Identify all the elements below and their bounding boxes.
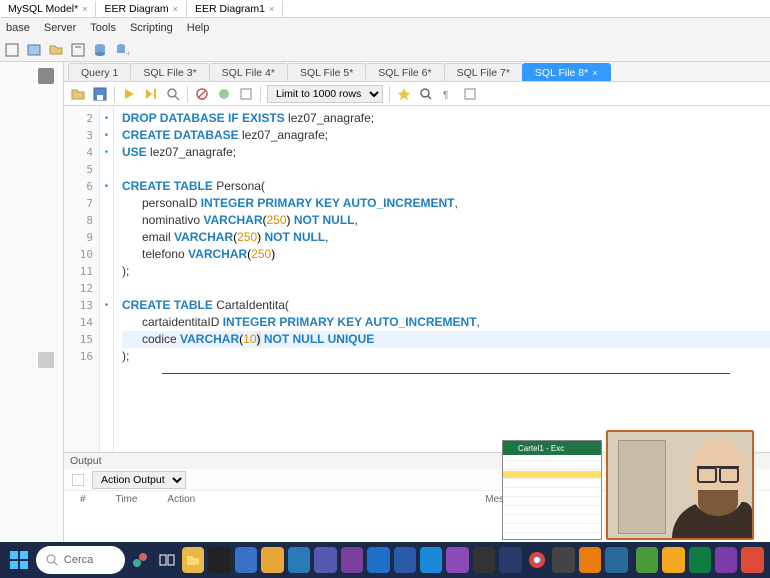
search-input[interactable]: Cerca <box>36 546 125 574</box>
onenote-icon[interactable] <box>341 547 363 573</box>
taskbar[interactable]: Cerca <box>0 542 770 578</box>
photoshop-icon[interactable] <box>499 547 521 573</box>
window-tab-eer-diagram1[interactable]: EER Diagram1× <box>187 1 283 17</box>
tab-sql-file-7[interactable]: SQL File 7* <box>444 63 523 81</box>
line-gutter: 2 3 4 5 6 7 8 9 10 11 12 13 14 15 16 <box>64 106 100 452</box>
open-sql-icon[interactable] <box>48 42 64 58</box>
excel-running-icon[interactable] <box>689 547 711 573</box>
chrome-icon[interactable] <box>526 547 548 573</box>
vscode-icon[interactable] <box>420 547 442 573</box>
commit-icon[interactable] <box>216 86 232 102</box>
task-view-icon[interactable] <box>155 547 177 573</box>
window-tabs[interactable]: MySQL Model*× EER Diagram× EER Diagram1× <box>0 0 770 18</box>
output-clear-icon[interactable] <box>70 472 86 488</box>
stop-icon[interactable] <box>194 86 210 102</box>
app-icon-5[interactable] <box>741 547 763 573</box>
menu-help[interactable]: Help <box>187 22 210 34</box>
menu-scripting[interactable]: Scripting <box>130 22 173 34</box>
database-icon[interactable] <box>92 42 108 58</box>
output-type-dropdown[interactable]: Action Output <box>92 471 186 489</box>
webcam-overlay <box>606 430 754 540</box>
word-icon[interactable] <box>394 547 416 573</box>
tab-sql-file-5[interactable]: SQL File 5* <box>287 63 366 81</box>
beautify-icon[interactable] <box>396 86 412 102</box>
tab-sql-file-4[interactable]: SQL File 4* <box>209 63 288 81</box>
svg-text:¶: ¶ <box>443 90 448 101</box>
tab-sql-file-8[interactable]: SQL File 8*× <box>522 63 611 81</box>
terminal-icon[interactable] <box>208 547 230 573</box>
new-sql-tab-icon[interactable] <box>4 42 20 58</box>
invisible-chars-icon[interactable]: ¶ <box>440 86 456 102</box>
explorer-icon[interactable] <box>182 547 204 573</box>
navigator-panel[interactable] <box>0 62 64 542</box>
menu-tools[interactable]: Tools <box>90 22 116 34</box>
tab-query-1[interactable]: Query 1 <box>68 63 131 81</box>
camtasia-icon[interactable] <box>636 547 658 573</box>
search-icon <box>46 554 58 566</box>
file-tabs[interactable]: Query 1 SQL File 3* SQL File 4* SQL File… <box>64 62 770 82</box>
close-icon[interactable]: × <box>269 4 274 14</box>
execute-step-icon[interactable] <box>143 86 159 102</box>
open-file-icon[interactable] <box>70 86 86 102</box>
navigator-toggle-icon[interactable] <box>38 68 54 84</box>
mysql-workbench-icon[interactable] <box>605 547 627 573</box>
close-icon[interactable]: × <box>592 68 597 78</box>
inspector-icon[interactable] <box>70 42 86 58</box>
menubar[interactable]: base Server Tools Scripting Help <box>0 18 770 38</box>
main-toolbar[interactable]: + <box>0 38 770 62</box>
execute-icon[interactable] <box>121 86 137 102</box>
sublime-icon[interactable] <box>261 547 283 573</box>
toggle-icon[interactable] <box>238 86 254 102</box>
wrap-icon[interactable] <box>462 86 478 102</box>
editor-toolbar[interactable]: Limit to 1000 rows ¶ <box>64 82 770 106</box>
unity-icon[interactable] <box>473 547 495 573</box>
window-tab-mysql-model[interactable]: MySQL Model*× <box>0 1 96 17</box>
app-icon-3[interactable] <box>662 547 684 573</box>
excel-window-thumbnail[interactable]: Cartel1 - Exc <box>502 440 602 540</box>
close-icon[interactable]: × <box>173 4 178 14</box>
code-editor[interactable]: 2 3 4 5 6 7 8 9 10 11 12 13 14 15 16 • •… <box>64 106 770 452</box>
excel-icon <box>507 444 515 452</box>
rows-limit-dropdown[interactable]: Limit to 1000 rows <box>267 85 383 103</box>
tab-sql-file-6[interactable]: SQL File 6* <box>365 63 444 81</box>
save-icon[interactable] <box>92 86 108 102</box>
close-icon[interactable]: × <box>82 4 87 14</box>
breakpoint-column[interactable]: • • • • • <box>100 106 114 452</box>
copilot-icon[interactable] <box>129 547 151 573</box>
app-icon-2[interactable] <box>552 547 574 573</box>
window-tab-eer-diagram[interactable]: EER Diagram× <box>96 1 186 17</box>
app-icon-1[interactable] <box>235 547 257 573</box>
code-content[interactable]: DROP DATABASE IF EXISTS lez07_anagrafe; … <box>114 106 770 452</box>
menu-database[interactable]: base <box>6 22 30 34</box>
outlook-icon[interactable] <box>367 547 389 573</box>
app-icon-4[interactable] <box>715 547 737 573</box>
menu-server[interactable]: Server <box>44 22 76 34</box>
start-button[interactable] <box>6 545 32 575</box>
blender-icon[interactable] <box>579 547 601 573</box>
find-icon[interactable] <box>418 86 434 102</box>
svg-text:+: + <box>126 49 130 58</box>
navigator-section-icon[interactable] <box>38 352 54 368</box>
teams-icon[interactable] <box>314 547 336 573</box>
trello-icon[interactable] <box>288 547 310 573</box>
visual-studio-icon[interactable] <box>446 547 468 573</box>
database-plus-icon[interactable]: + <box>114 42 130 58</box>
tab-sql-file-3[interactable]: SQL File 3* <box>130 63 209 81</box>
explain-icon[interactable] <box>165 86 181 102</box>
new-model-icon[interactable] <box>26 42 42 58</box>
